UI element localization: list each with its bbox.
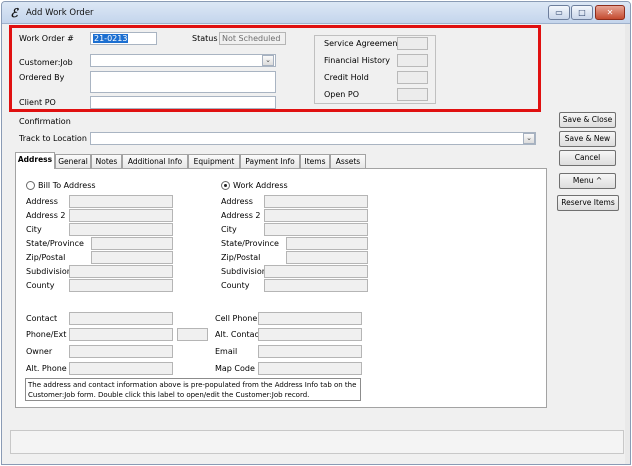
contact-input[interactable] [69,312,173,325]
contact-label: Contact [26,314,58,323]
tab-payment-info[interactable]: Payment Info [240,154,300,168]
owner-input[interactable] [69,345,173,358]
bill-city-input[interactable] [69,223,173,236]
work-order-label: Work Order # [19,34,74,43]
track-to-location-combo[interactable] [90,132,536,145]
bill-to-address-label: Bill To Address [38,181,96,190]
open-po-value [397,88,428,101]
bill-city-label: City [26,225,42,234]
email-label: Email [215,347,238,356]
confirmation-label: Confirmation [19,117,71,126]
window-right-edge [625,24,630,464]
work-zip-input[interactable] [286,251,368,264]
tab-general[interactable]: General [55,154,91,168]
customer-job-dropdown-icon[interactable]: ⌄ [262,55,274,66]
work-address-input[interactable] [264,195,368,208]
save-close-button[interactable]: Save & Close [559,112,616,128]
ordered-by-input[interactable] [90,71,276,93]
email-input[interactable] [258,345,362,358]
add-work-order-window: ℰ Add Work Order ▭ □ ✕ Work Order # 21-0… [1,1,631,465]
tab-items[interactable]: Items [300,154,330,168]
cell-phone-input[interactable] [258,312,362,325]
client-po-input[interactable] [90,96,276,109]
work-address2-input[interactable] [264,209,368,222]
reserve-items-button[interactable]: Reserve Items [557,195,619,211]
financial-history-value [397,54,428,67]
bill-state-label: State/Province [26,239,84,248]
owner-label: Owner [26,347,53,356]
note-line-2: Customer:Job form. Double click this lab… [28,391,310,399]
service-agreement-value [397,37,428,50]
work-address-label: Work Address [233,181,288,190]
bill-subdivision-input[interactable] [69,265,173,278]
map-code-label: Map Code [215,364,255,373]
open-po-label: Open PO [324,90,360,99]
tab-address[interactable]: Address [15,152,55,169]
work-state-label: State/Province [221,239,279,248]
work-city-input[interactable] [264,223,368,236]
bill-address-label: Address [26,197,58,206]
bill-county-input[interactable] [69,279,173,292]
work-city-label: City [221,225,237,234]
work-address2-label: Address 2 [221,211,261,220]
track-location-dropdown-icon[interactable]: ⌄ [523,133,535,144]
bill-county-label: County [26,281,55,290]
bill-address-input[interactable] [69,195,173,208]
bill-zip-label: Zip/Postal [26,253,66,262]
bill-address2-input[interactable] [69,209,173,222]
bill-address2-label: Address 2 [26,211,66,220]
work-address-radio[interactable] [221,181,230,190]
work-county-input[interactable] [264,279,368,292]
cancel-button[interactable]: Cancel [559,150,616,166]
tab-notes[interactable]: Notes [91,154,122,168]
client-po-label: Client PO [19,98,56,107]
work-order-value: 21-0213 [93,34,129,43]
alt-contact-label: Alt. Contact [215,330,263,339]
credit-hold-value [397,71,428,84]
tab-additional-info[interactable]: Additional Info [122,154,188,168]
alt-phone-input[interactable] [69,362,173,375]
title-bar[interactable]: ℰ Add Work Order ▭ □ ✕ [2,2,630,24]
work-zip-label: Zip/Postal [221,253,261,262]
cell-phone-label: Cell Phone [215,314,258,323]
menu-button[interactable]: Menu ^ [559,173,616,189]
work-subdivision-label: Subdivision [221,267,267,276]
maximize-button[interactable]: □ [571,5,593,20]
customer-job-info-note[interactable]: The address and contact information abov… [25,378,361,401]
customer-job-label: Customer:Job [19,58,73,67]
tab-assets[interactable]: Assets [330,154,366,168]
alt-phone-label: Alt. Phone [26,364,67,373]
close-button[interactable]: ✕ [595,5,625,20]
work-county-label: County [221,281,250,290]
credit-hold-label: Credit Hold [324,73,369,82]
work-state-input[interactable] [286,237,368,250]
bill-to-address-radio[interactable] [26,181,35,190]
phone-ext-label: Phone/Ext [26,330,67,339]
service-agreement-label: Service Agreement [324,39,401,48]
bill-subdivision-label: Subdivision [26,267,72,276]
financial-history-label: Financial History [324,56,391,65]
alt-contact-input[interactable] [258,328,362,341]
bill-zip-input[interactable] [91,251,173,264]
customer-job-combo[interactable] [90,54,276,67]
map-code-input[interactable] [258,362,362,375]
status-bar [10,430,624,454]
work-subdivision-input[interactable] [264,265,368,278]
minimize-button[interactable]: ▭ [548,5,570,20]
track-to-location-label: Track to Location [19,134,87,143]
ordered-by-label: Ordered By [19,73,65,82]
status-label: Status [192,34,218,43]
phone-input[interactable] [69,328,173,341]
save-new-button[interactable]: Save & New [559,131,616,147]
bill-state-input[interactable] [91,237,173,250]
phone-ext-input[interactable] [177,328,208,341]
status-field: Not Scheduled [219,32,286,45]
work-address-field-label: Address [221,197,253,206]
tab-equipment[interactable]: Equipment [188,154,240,168]
app-icon: ℰ [10,6,18,20]
note-line-1: The address and contact information abov… [28,381,357,389]
work-order-input[interactable]: 21-0213 [90,32,157,45]
window-title: Add Work Order [26,8,94,18]
